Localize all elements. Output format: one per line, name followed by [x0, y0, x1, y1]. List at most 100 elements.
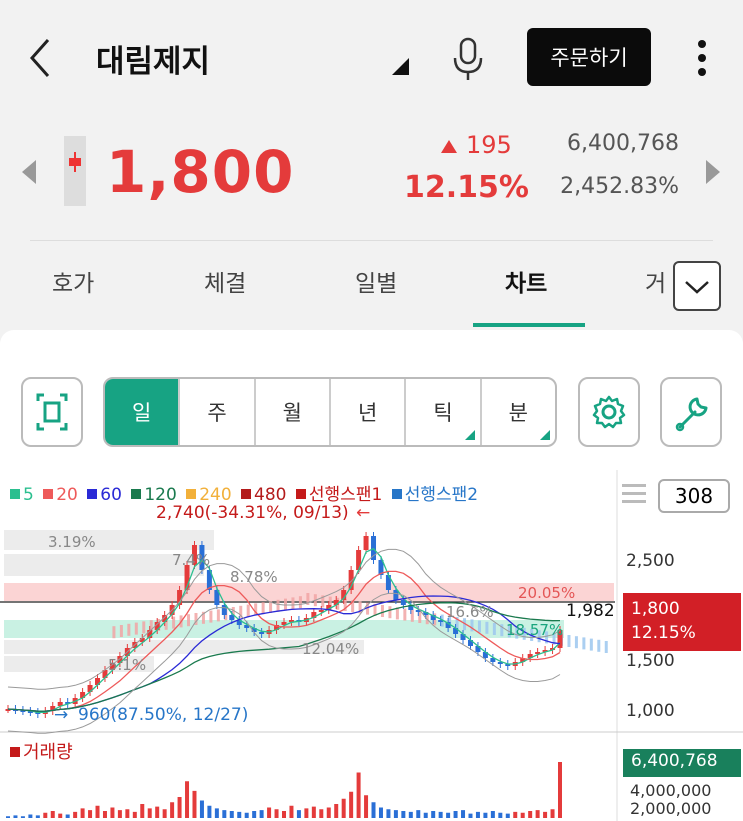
next-stock-icon[interactable] — [706, 160, 720, 184]
cloud-bar — [112, 626, 116, 639]
volume-bar — [296, 810, 301, 818]
y-tick-label: 1,000 — [626, 701, 675, 721]
period-month[interactable]: 월 — [256, 379, 331, 445]
volume-bar — [73, 811, 78, 818]
period-year[interactable]: 년 — [331, 379, 407, 445]
legend-item-ma60: 60 — [87, 485, 122, 505]
period-day[interactable]: 일 — [105, 379, 181, 445]
volume-bar — [446, 812, 451, 818]
legend-item-ma20: 20 — [43, 485, 78, 505]
order-button[interactable]: 주문하기 — [527, 28, 651, 86]
legend-label: 선행스팬2 — [404, 485, 479, 505]
fib-label: 12.04% — [302, 640, 360, 658]
volume-bar — [110, 807, 115, 818]
period-minute[interactable]: 분 — [482, 379, 555, 445]
fib-label: 8.78% — [230, 568, 278, 586]
volume-bar — [162, 809, 167, 818]
volume-bar — [520, 812, 525, 818]
candle-body — [400, 600, 406, 605]
volume-bar — [401, 811, 406, 818]
tab-expand-button[interactable] — [673, 261, 721, 311]
legend-label: 480 — [254, 485, 287, 505]
legend-label: 선행스팬1 — [308, 485, 383, 505]
volume-bar — [498, 812, 503, 818]
volume: 6,400,768 — [567, 131, 679, 156]
cloud-bar — [291, 597, 295, 610]
cloud-bar — [604, 641, 608, 653]
volume-bar — [229, 811, 234, 818]
volume-bar — [65, 814, 70, 818]
volume-bar — [304, 808, 309, 818]
more-icon[interactable] — [690, 38, 714, 80]
cloud-bar — [403, 608, 407, 621]
cloud-bar — [597, 639, 601, 652]
volume-bar — [341, 798, 346, 818]
volume-bar — [558, 762, 562, 818]
current-price-tag: 1,800 12.15% — [623, 593, 741, 651]
volume-bar — [311, 806, 316, 818]
left-arrow-icon: ← — [356, 503, 371, 523]
fullscreen-button[interactable] — [21, 377, 83, 447]
submenu-corner-icon — [464, 430, 475, 440]
volume-bar — [505, 813, 510, 818]
cloud-bar — [142, 621, 146, 634]
volume-bar — [468, 813, 473, 818]
volume-bar — [386, 809, 391, 818]
volume-bar — [274, 809, 279, 818]
back-icon[interactable] — [26, 36, 56, 80]
prev-stock-icon[interactable] — [22, 160, 36, 184]
tab-hoga[interactable]: 호가 — [52, 264, 94, 298]
period-selector: 일 주 월 년 틱 분 — [103, 377, 557, 447]
current-price: 1,800 — [106, 138, 295, 206]
volume-bar — [177, 797, 182, 818]
cloud-bar — [276, 599, 280, 612]
tab-trades[interactable]: 체결 — [204, 264, 246, 298]
cloud-bar — [388, 606, 392, 619]
legend-item-span2: 선행스팬2 — [391, 485, 479, 505]
volume-bar — [528, 811, 533, 818]
cloud-bar — [477, 620, 481, 633]
fib-label: 18.57% — [506, 621, 564, 639]
volume-bar — [237, 811, 242, 818]
volume-bar — [207, 805, 212, 818]
tools-button[interactable] — [660, 377, 722, 447]
legend-item-ma5: 5 — [10, 485, 34, 505]
legend-item-span1: 선행스팬1 — [295, 485, 383, 505]
stock-name[interactable]: 대림제지 — [96, 36, 210, 81]
volume-bar — [244, 812, 249, 818]
volume-title: 거래량 — [10, 738, 73, 764]
period-week[interactable]: 주 — [180, 379, 256, 445]
cloud-bar — [209, 610, 213, 623]
legend-item-ma480: 480 — [241, 485, 287, 505]
fib-label: 16.6% — [446, 603, 494, 621]
volume-bar — [222, 810, 227, 818]
volume-bar — [289, 805, 294, 818]
divider — [30, 240, 713, 241]
volume-bar — [319, 809, 324, 818]
tab-more-partial[interactable]: 거 — [645, 264, 666, 298]
volume-bar — [192, 790, 197, 818]
volume-bar — [371, 802, 376, 818]
tab-daily[interactable]: 일별 — [355, 264, 397, 298]
volume-bar — [252, 811, 257, 818]
mic-icon[interactable] — [448, 36, 488, 82]
dropdown-icon[interactable] — [392, 58, 409, 75]
volume-tick-label: 4,000,000 — [630, 781, 711, 800]
app-root: 대림제지 주문하기 1,800 195 12.15% 6,400,768 2,4… — [0, 0, 743, 821]
period-tick[interactable]: 틱 — [406, 379, 482, 445]
volume-bar — [88, 810, 93, 818]
volume-bar — [475, 811, 480, 818]
volume-bar — [214, 808, 219, 818]
y-tick-label: 1,500 — [626, 651, 675, 671]
volume-bar — [535, 810, 540, 818]
up-arrow-icon — [441, 140, 457, 153]
gear-icon — [592, 395, 626, 429]
candle-count-input[interactable]: 308 — [658, 479, 730, 513]
period-tick-label: 틱 — [433, 401, 453, 425]
tab-chart[interactable]: 차트 — [505, 264, 547, 298]
volume-bar — [6, 816, 10, 818]
cloud-bar — [380, 605, 384, 617]
chart-menu-icon[interactable] — [622, 484, 646, 506]
period-minute-label: 분 — [508, 401, 528, 425]
settings-button[interactable] — [578, 377, 640, 447]
